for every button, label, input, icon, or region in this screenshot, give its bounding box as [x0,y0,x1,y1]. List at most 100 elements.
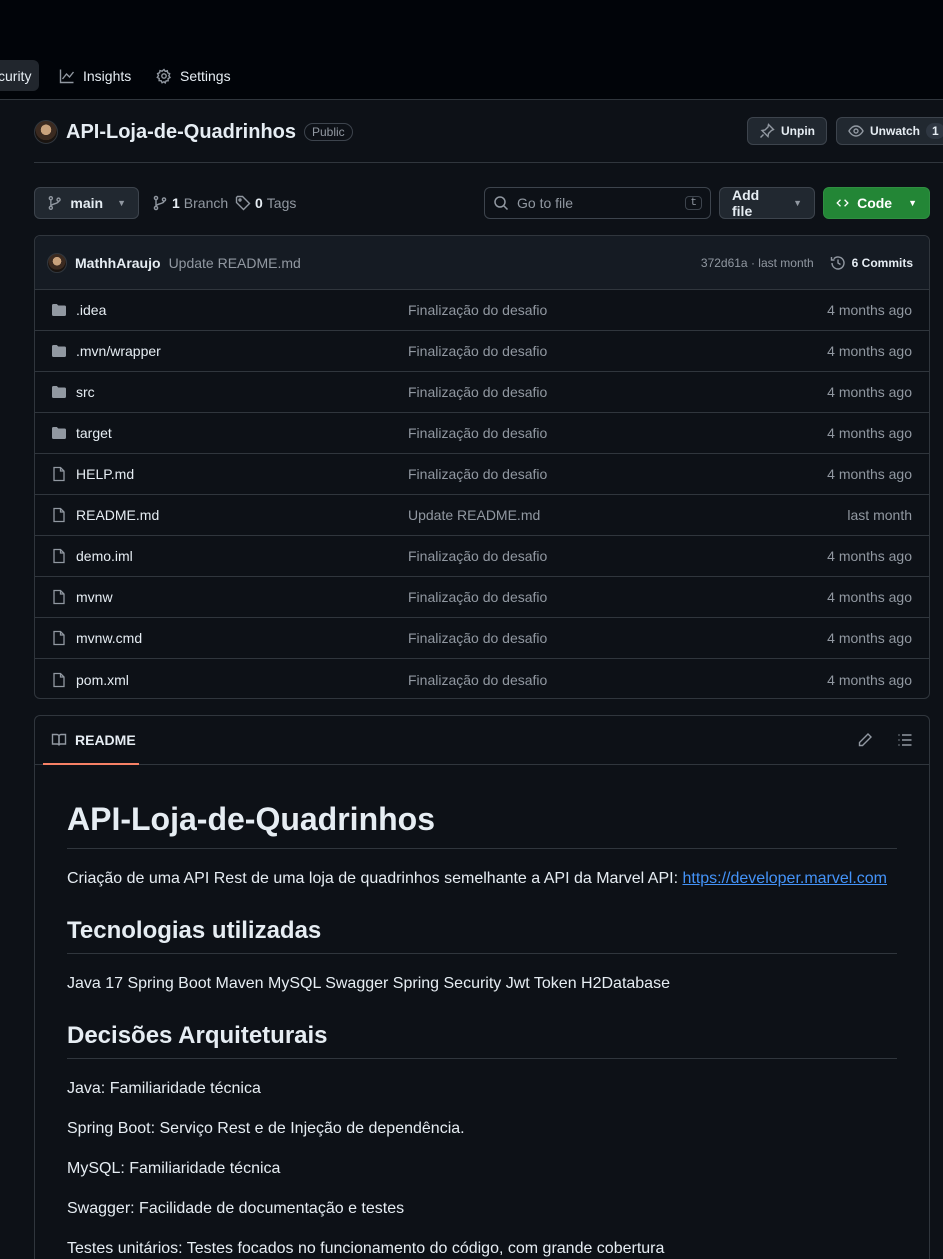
file-row[interactable]: README.md Update README.md last month [35,495,929,536]
file-commit-message[interactable]: Finalização do desafio [408,343,547,359]
top-navigation-bar: curity Insights Settings [0,0,943,100]
unwatch-label: Unwatch [870,124,921,138]
file-name[interactable]: target [76,425,112,441]
readme-tab-label: README [75,731,136,748]
file-toolbar: main ▼ 1 Branch 0 Tags Go to file t Add … [34,187,930,219]
file-name[interactable]: README.md [76,507,159,523]
file-row[interactable]: HELP.md Finalização do desafio 4 months ag… [35,454,929,495]
code-icon [836,199,849,207]
search-shortcut: t [685,196,702,210]
file-name[interactable]: src [76,384,95,400]
visibility-badge: Public [304,123,353,141]
commit-sha-time[interactable]: 372d61a · last month [701,256,814,270]
file-name[interactable]: .idea [76,302,106,318]
gear-icon [156,67,171,84]
readme-tab[interactable]: README [43,716,139,765]
readme-decision: MySQL: Familiaridade técnica [67,1160,281,1177]
file-row[interactable]: src Finalização do desafio 4 months ago [35,372,929,413]
add-file-label: Add file [732,187,760,219]
file-commit-age: last month [847,507,912,523]
branch-count: 1 [172,195,180,211]
commits-label: 6 Commits [851,255,913,270]
folder-icon [52,427,66,439]
file-commit-message[interactable]: Finalização do desafio [408,548,547,564]
file-name[interactable]: .mvn/wrapper [76,343,161,359]
file-commit-message[interactable]: Finalização do desafio [408,672,547,688]
readme-header: README [35,716,929,765]
file-name[interactable]: demo.iml [76,548,133,564]
chevron-down-icon: ▼ [117,198,126,208]
tab-security[interactable]: curity [0,60,40,91]
code-label: Code [857,195,893,211]
marvel-link[interactable]: https://developer.marvel.com [682,870,887,887]
file-commit-message[interactable]: Finalização do desafio [408,384,547,400]
file-commit-message[interactable]: Finalização do desafio [408,589,547,605]
file-row[interactable]: .mvn/wrapper Finalização do desafio 4 mont… [35,331,929,372]
commit-author[interactable]: MathhAraujo [75,255,161,271]
folder-icon [52,345,66,357]
eye-icon [848,125,864,137]
branch-label: Branch [183,195,229,211]
folder-icon [52,304,66,316]
branch-name: main [70,195,104,211]
commits-link[interactable]: 6 Commits [830,255,913,271]
tag-count: 0 [255,195,263,211]
file-commit-message[interactable]: Finalização do desafio [408,630,547,646]
branches-link[interactable]: 1 Branch [152,187,228,219]
file-icon [53,466,65,482]
readme-decision: Testes unitários: Testes focados no func… [67,1240,665,1257]
file-commit-message[interactable]: Finalização do desafio [408,466,547,482]
unwatch-button[interactable]: Unwatch 1 [836,117,943,145]
file-row[interactable]: mvnw Finalização do desafio 4 months ago [35,577,929,618]
book-icon [51,733,67,746]
code-button[interactable]: Code ▼ [823,187,930,219]
readme-content: API-Loja-de-Quadrinhos Criação de uma AP… [35,765,929,1259]
tab-settings[interactable]: Settings [148,60,239,91]
branch-icon [48,195,61,211]
file-row[interactable]: .idea Finalização do desafio 4 months ago [35,290,929,331]
file-row[interactable]: target Finalização do desafio 4 months ago [35,413,929,454]
repo-name[interactable]: API-Loja-de-Quadrinhos [66,121,296,144]
file-commit-age: 4 months ago [827,466,912,482]
file-row[interactable]: pom.xml Finalização do desafio 4 months ag… [35,659,929,698]
file-name[interactable]: HELP.md [76,466,134,482]
pencil-icon[interactable] [857,732,873,748]
readme-heading-arch: Decisões Arquiteturais [67,1022,897,1059]
file-icon [53,507,65,523]
unpin-button[interactable]: Unpin [747,117,827,145]
author-avatar[interactable] [47,252,67,273]
tab-security-label: curity [0,67,32,84]
file-row[interactable]: demo.iml Finalização do desafio 4 months a… [35,536,929,577]
owner-avatar[interactable] [34,120,58,144]
tab-insights[interactable]: Insights [51,60,139,91]
file-list: MathhAraujo Update README.md 372d61a · l… [34,235,930,699]
latest-commit-row: MathhAraujo Update README.md 372d61a · l… [35,236,929,290]
file-commit-age: 4 months ago [827,425,912,441]
readme-tech-list: Java 17 Spring Boot Maven MySQL Swagger … [67,975,670,992]
search-icon [494,196,509,211]
file-name[interactable]: mvnw.cmd [76,630,142,646]
graph-icon [59,69,75,83]
outline-list-icon[interactable] [897,732,913,748]
unpin-label: Unpin [781,124,815,138]
file-commit-message[interactable]: Finalização do desafio [408,302,547,318]
file-row[interactable]: mvnw.cmd Finalização do desafio 4 months a… [35,618,929,659]
file-icon [53,589,65,605]
search-placeholder: Go to file [517,195,574,211]
add-file-button[interactable]: Add file ▼ [719,187,815,219]
file-commit-message[interactable]: Update README.md [408,507,540,523]
commit-message[interactable]: Update README.md [169,255,301,271]
readme-intro: Criação de uma API Rest de uma loja de q… [67,867,897,891]
tab-settings-label: Settings [180,67,231,84]
file-commit-age: 4 months ago [827,589,912,605]
file-commit-message[interactable]: Finalização do desafio [408,425,547,441]
file-name[interactable]: mvnw [76,589,113,605]
file-name[interactable]: pom.xml [76,672,129,688]
file-commit-age: 4 months ago [827,630,912,646]
file-commit-age: 4 months ago [827,302,912,318]
tab-insights-label: Insights [83,67,132,84]
go-to-file-input[interactable]: Go to file t [484,187,711,219]
branch-selector[interactable]: main ▼ [34,187,139,219]
tags-link[interactable]: 0 Tags [235,187,296,219]
branch-icon [153,195,167,211]
